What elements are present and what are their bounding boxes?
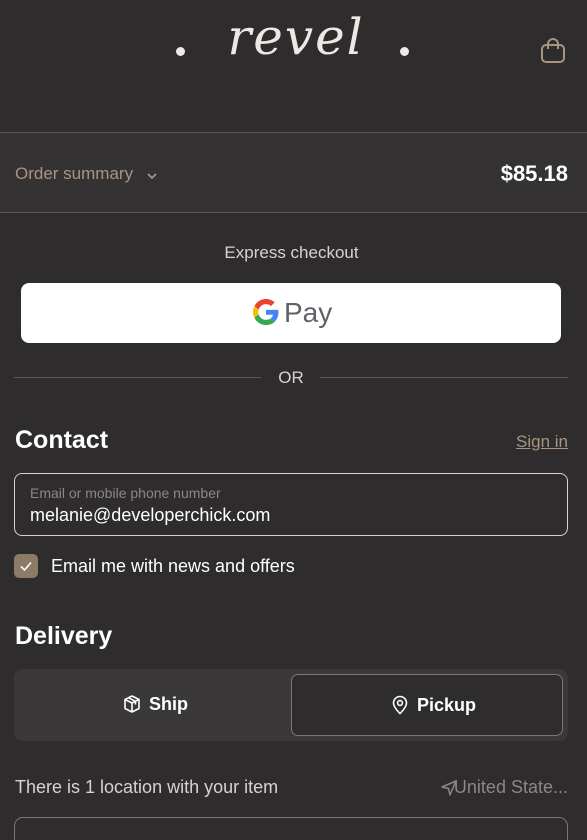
chevron-down-icon	[147, 173, 157, 180]
express-checkout-title: Express checkout	[224, 243, 359, 262]
pickup-option-label: Pickup	[417, 695, 477, 715]
order-summary-label[interactable]: Order summary	[15, 164, 133, 184]
country-selector[interactable]: United State...	[454, 777, 568, 798]
pickup-location-count: There is 1 location with your item	[15, 777, 279, 797]
divider-line-right	[320, 377, 568, 378]
logo-dot-right	[400, 47, 409, 56]
google-pay-label: Pay	[284, 297, 333, 328]
google-g-icon	[253, 299, 279, 325]
map-pin-icon	[392, 695, 408, 715]
ship-option-label: Ship	[149, 694, 188, 714]
shopping-bag-icon[interactable]	[538, 36, 568, 66]
logo-dot-left	[176, 47, 185, 56]
logo-text: revel	[227, 8, 365, 66]
email-field[interactable]: Email or mobile phone number melanie@dev…	[14, 473, 568, 536]
brand-logo[interactable]: revel	[170, 8, 420, 88]
google-pay-button[interactable]: Pay	[21, 283, 561, 343]
google-pay-mark: Pay	[253, 297, 333, 331]
email-field-value[interactable]: melanie@developerchick.com	[30, 505, 270, 526]
newsletter-checkbox-label[interactable]: Email me with news and offers	[51, 556, 295, 577]
delivery-heading: Delivery	[15, 622, 113, 650]
package-icon	[124, 695, 140, 713]
newsletter-checkbox[interactable]	[14, 554, 38, 578]
order-summary-bar[interactable]: Order summary $85.18	[0, 132, 587, 213]
pickup-option[interactable]: Pickup	[291, 674, 563, 736]
email-field-label: Email or mobile phone number	[30, 485, 221, 501]
order-total: $85.18	[500, 161, 568, 186]
sign-in-link[interactable]: Sign in	[516, 432, 568, 452]
delivery-method-toggle: Ship Pickup	[14, 669, 568, 741]
or-divider-text: OR	[278, 368, 304, 387]
checkmark-icon	[20, 561, 32, 572]
ship-option[interactable]: Ship	[19, 674, 290, 736]
contact-heading: Contact	[15, 426, 109, 454]
divider-line-left	[14, 377, 261, 378]
site-header: revel	[0, 0, 587, 132]
pickup-location-card[interactable]	[14, 817, 568, 840]
